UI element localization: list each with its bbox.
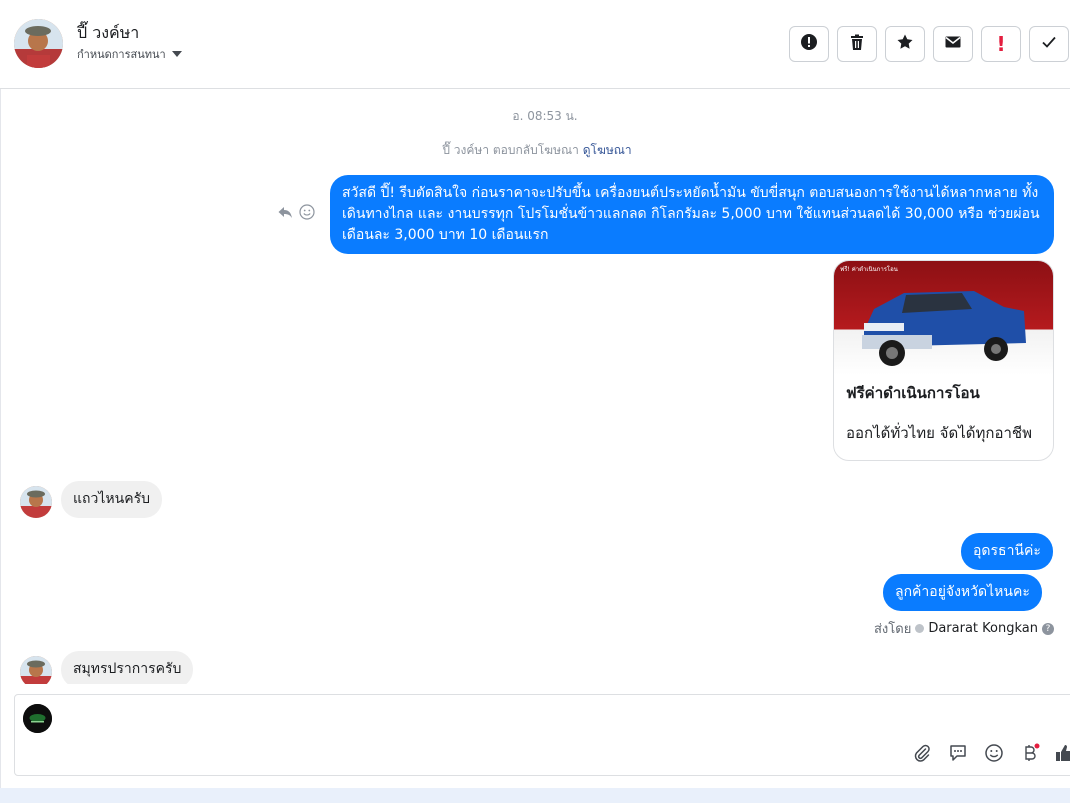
page-avatar bbox=[23, 704, 52, 733]
message-thread[interactable]: อ. 08:53 น. ปี๊ วงค์ษา ตอบกลับโฆษณา ดูโฆ… bbox=[0, 89, 1070, 684]
report-icon bbox=[800, 33, 818, 55]
important-button[interactable]: ! bbox=[981, 26, 1021, 62]
react-emoji-icon[interactable] bbox=[299, 204, 315, 224]
report-button[interactable] bbox=[789, 26, 829, 62]
outgoing-message[interactable]: สวัสดี ปี๊! รีบตัดสินใจ ก่อนราคาจะปรับขึ… bbox=[330, 175, 1054, 254]
trash-icon bbox=[848, 33, 866, 55]
ad-reply-text: ปี๊ วงค์ษา ตอบกลับโฆษณา bbox=[442, 143, 579, 157]
incoming-message[interactable]: สมุทรปราการครับ bbox=[61, 651, 194, 684]
sent-by-info: ส่งโดย Dararat Kongkan ? bbox=[874, 618, 1054, 639]
ad-description: ออกได้ทั่วไทย จัดได้ทุกอาชีพ bbox=[846, 424, 1032, 442]
sender-name: Dararat Kongkan bbox=[928, 621, 1038, 636]
like-icon bbox=[1054, 743, 1070, 767]
contact-avatar[interactable] bbox=[14, 19, 63, 68]
assign-label: กำหนดการสนทนา bbox=[77, 48, 166, 61]
message-timestamp: อ. 08:53 น. bbox=[512, 109, 578, 123]
ad-title: ฟรีค่าดำเนินการโอน bbox=[846, 384, 980, 402]
sent-by-label: ส่งโดย bbox=[874, 622, 912, 637]
emoji-icon bbox=[984, 743, 1004, 767]
conversation-header: ปี๊ วงค์ษา กำหนดการสนทนา ! bbox=[0, 0, 1070, 89]
star-icon bbox=[896, 33, 914, 55]
message-actions bbox=[277, 204, 315, 224]
message-input[interactable] bbox=[65, 705, 915, 741]
ad-reply-notice: ปี๊ วงค์ษา ตอบกลับโฆษณา ดูโฆษณา bbox=[0, 141, 1070, 160]
view-ad-link[interactable]: ดูโฆษณา bbox=[583, 143, 632, 157]
important-icon: ! bbox=[996, 32, 1006, 56]
check-icon bbox=[1040, 33, 1058, 55]
reply-icon[interactable] bbox=[277, 204, 293, 224]
emoji-button[interactable] bbox=[982, 743, 1006, 767]
ad-card[interactable]: ฟรี! ค่าดำเนินการโอน ฟรีค่าดำเนินการโอน … bbox=[833, 260, 1054, 461]
outgoing-message[interactable]: อุดรธานีค่ะ bbox=[961, 533, 1053, 570]
done-button[interactable] bbox=[1029, 26, 1069, 62]
paperclip-icon bbox=[912, 743, 932, 767]
help-icon[interactable]: ? bbox=[1041, 622, 1054, 635]
attach-button[interactable] bbox=[910, 743, 934, 767]
bottom-band bbox=[0, 788, 1070, 803]
ad-image: ฟรี! ค่าดำเนินการโอน bbox=[834, 261, 1053, 375]
contact-avatar-small bbox=[20, 486, 52, 518]
status-dot-icon bbox=[915, 624, 925, 633]
mark-unread-button[interactable] bbox=[933, 26, 973, 62]
star-button[interactable] bbox=[885, 26, 925, 62]
contact-avatar-small bbox=[20, 656, 52, 684]
like-button[interactable] bbox=[1052, 743, 1070, 767]
contact-name[interactable]: ปี๊ วงค์ษา bbox=[77, 21, 139, 46]
baht-icon bbox=[1020, 743, 1040, 767]
incoming-message[interactable]: แถวไหนครับ bbox=[61, 481, 162, 518]
payment-button[interactable] bbox=[1018, 743, 1042, 767]
message-composer bbox=[14, 694, 1070, 776]
assign-conversation-dropdown[interactable]: กำหนดการสนทนา bbox=[77, 45, 182, 63]
delete-button[interactable] bbox=[837, 26, 877, 62]
caret-down-icon bbox=[171, 51, 182, 57]
outgoing-message[interactable]: ลูกค้าอยู่จังหวัดไหนคะ bbox=[883, 574, 1042, 611]
saved-reply-icon bbox=[948, 743, 968, 767]
mail-icon bbox=[944, 33, 962, 55]
saved-reply-button[interactable] bbox=[946, 743, 970, 767]
